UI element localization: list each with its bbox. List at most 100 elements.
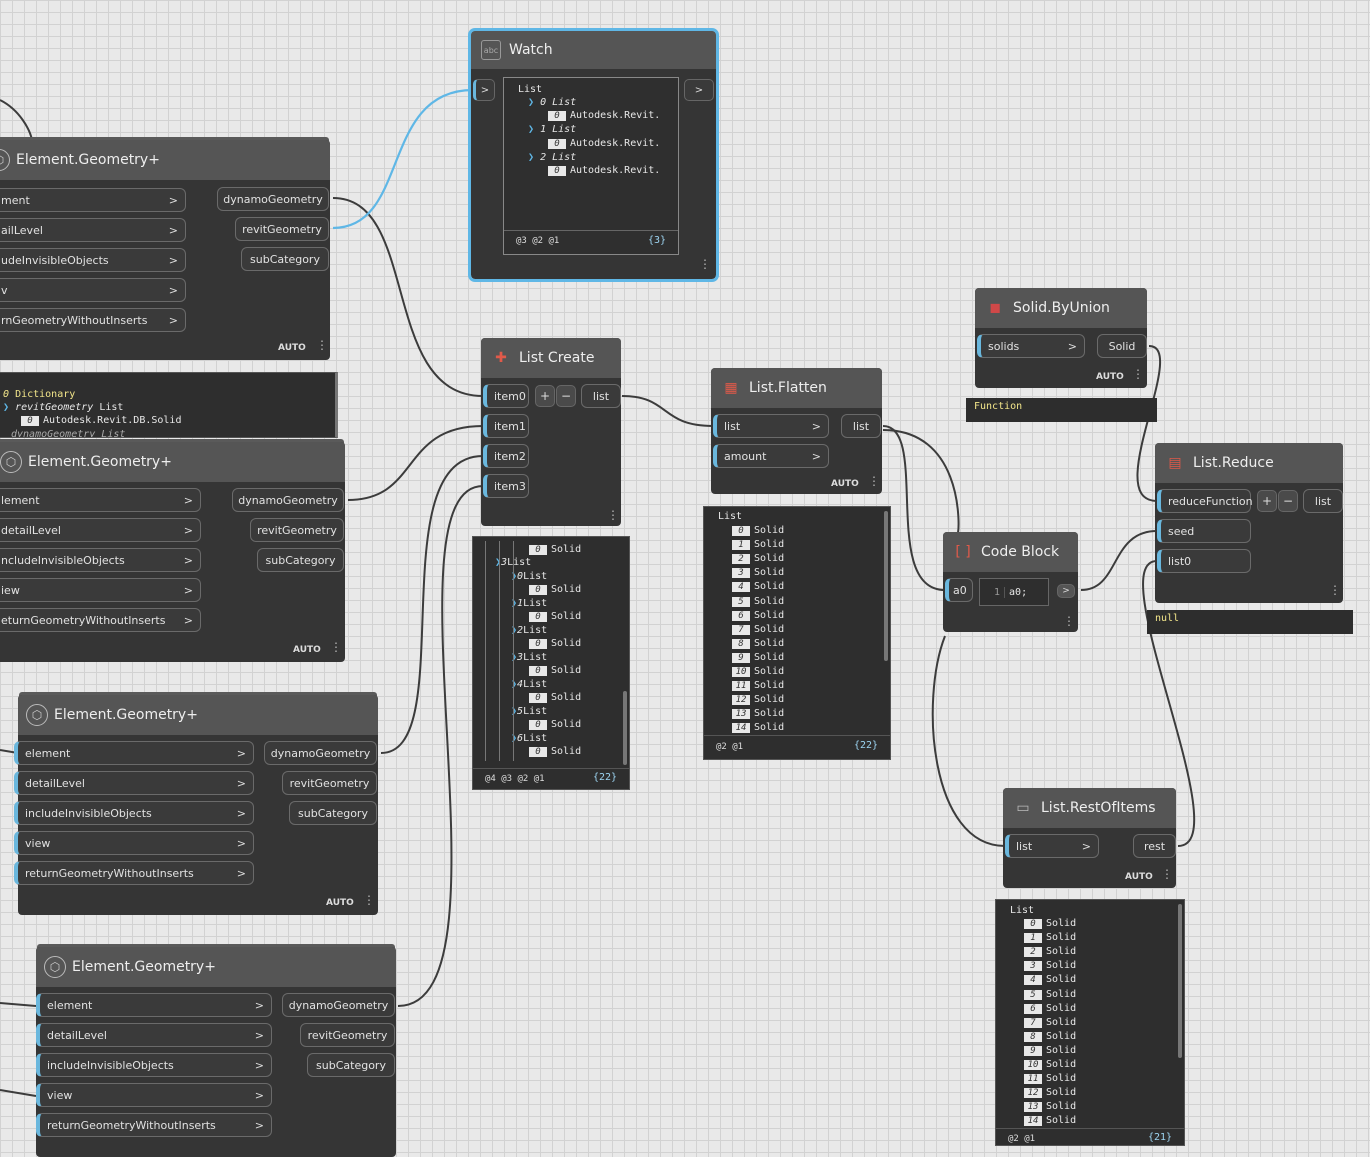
remove-input-button[interactable]: − <box>556 385 576 407</box>
node-menu-icon[interactable]: ⋮ <box>1161 868 1173 880</box>
input-port-amount[interactable]: amount > <box>713 444 829 468</box>
node-header[interactable]: ⬡ Element.Geometry+ <box>0 140 330 180</box>
input-port-detaillevel[interactable]: detailLevel > <box>0 518 201 542</box>
input-port-includeinvisibleobjects[interactable]: includeInvisibleObjects > <box>14 801 254 825</box>
input-port-solids[interactable]: solids > <box>977 334 1085 358</box>
watch-input-port[interactable]: > <box>473 79 495 101</box>
preview-scrollbar[interactable] <box>884 511 888 661</box>
code-block-node[interactable]: [ ] Code Block a0 1 a0; > ⋮ <box>943 532 1078 632</box>
input-port-view[interactable]: view > <box>14 831 254 855</box>
node-header[interactable]: ⬡ Element.Geometry+ <box>0 442 345 482</box>
input-port-element[interactable]: element > <box>36 993 272 1017</box>
input-port-includeinvisibleobjects[interactable]: udeInvisibleObjects > <box>0 248 186 272</box>
output-port-subcategory[interactable]: subCategory <box>241 247 329 271</box>
input-port-item2[interactable]: item2 <box>483 444 529 468</box>
output-port-dynamogeometry[interactable]: dynamoGeometry <box>264 741 377 765</box>
input-port-includeinvisibleobjects[interactable]: ncludeInvisibleObjects > <box>0 548 201 572</box>
preview-scrollbar[interactable] <box>623 691 627 765</box>
input-port-view[interactable]: view > <box>36 1083 272 1107</box>
node-header[interactable]: ⬡ Element.Geometry+ <box>18 695 378 735</box>
input-port-returngeometrywithoutinserts[interactable]: eturnGeometryWithoutInserts > <box>0 608 201 632</box>
output-port-subcategory[interactable]: subCategory <box>257 548 344 572</box>
lacing-auto[interactable]: AUTO <box>1125 872 1153 882</box>
element-geometry-node-1[interactable]: ⬡ Element.Geometry+ ment> ailLevel> udeI… <box>0 140 330 360</box>
output-port-dynamogeometry[interactable]: dynamoGeometry <box>217 187 329 211</box>
output-port-revitgeometry[interactable]: revitGeometry <box>300 1023 395 1047</box>
preview-scrollbar[interactable] <box>1178 904 1182 1058</box>
output-port-revitgeometry[interactable]: revitGeometry <box>235 217 329 241</box>
element-geometry-node-4[interactable]: ⬡ Element.Geometry+ element > detailLevel… <box>36 947 396 1157</box>
input-port-item3[interactable]: item3 <box>483 474 529 498</box>
output-port-code[interactable]: > <box>1057 584 1075 598</box>
input-port-a0[interactable]: a0 <box>945 578 973 602</box>
output-port-dynamogeometry[interactable]: dynamoGeometry <box>282 993 395 1017</box>
list-reduce-node[interactable]: ▤ List.Reduce reduceFunction seed list0 … <box>1155 443 1343 603</box>
input-port-returngeometrywithoutinserts[interactable]: rnGeometryWithoutInserts > <box>0 308 186 332</box>
input-port-seed[interactable]: seed <box>1157 519 1251 543</box>
code-editor[interactable]: 1 a0; <box>979 578 1049 606</box>
node-menu-icon[interactable]: ⋮ <box>363 894 375 906</box>
output-port-revitgeometry[interactable]: revitGeometry <box>282 771 377 795</box>
input-port-item0[interactable]: item0 <box>483 384 529 408</box>
lacing-auto[interactable]: AUTO <box>1096 372 1124 382</box>
add-input-button[interactable]: + <box>1257 490 1277 512</box>
node-menu-icon[interactable]: ⋮ <box>1132 368 1144 380</box>
output-port-revitgeometry[interactable]: revitGeometry <box>250 518 344 542</box>
list-restofitems-node[interactable]: ▭ List.RestOfItems list > rest AUTO ⋮ <box>1003 788 1176 888</box>
watch-output-port[interactable]: > <box>684 79 714 101</box>
node-header[interactable]: abc Watch <box>471 31 716 69</box>
output-port-list[interactable]: list <box>581 384 621 408</box>
preview-list-row[interactable]: ❯6List <box>511 733 547 744</box>
input-port-returngeometrywithoutinserts[interactable]: returnGeometryWithoutInserts > <box>36 1113 272 1137</box>
output-port-solid[interactable]: Solid <box>1097 334 1147 358</box>
input-port-detaillevel[interactable]: detailLevel > <box>36 1023 272 1047</box>
list-create-node[interactable]: ✚ List Create item0 item1 item2 item3 + … <box>481 338 621 526</box>
node-header[interactable]: [ ] Code Block <box>943 532 1078 572</box>
input-port-element[interactable]: element > <box>14 741 254 765</box>
node-header[interactable]: ▦ List.Flatten <box>711 368 882 408</box>
lacing-auto[interactable]: AUTO <box>831 479 859 489</box>
input-port-list0[interactable]: list0 <box>1157 549 1251 573</box>
preview-list-row[interactable]: ❯0List <box>511 571 547 582</box>
output-port-subcategory[interactable]: subCategory <box>289 801 377 825</box>
lacing-auto[interactable]: AUTO <box>293 645 321 655</box>
lacing-auto[interactable]: AUTO <box>326 898 354 908</box>
output-port-dynamogeometry[interactable]: dynamoGeometry <box>232 488 344 512</box>
preview-list-row[interactable]: ❯5List <box>511 706 547 717</box>
input-port-reducefunction[interactable]: reduceFunction <box>1157 489 1253 513</box>
node-menu-icon[interactable]: ⋮ <box>607 509 619 521</box>
input-port-view[interactable]: v > <box>0 278 186 302</box>
watch-node[interactable]: abc Watch > > List ❯ 0 List 0 Autodesk.Re… <box>468 28 719 282</box>
node-header[interactable]: ◼ Solid.ByUnion <box>975 288 1147 328</box>
input-port-view[interactable]: iew > <box>0 578 201 602</box>
input-port-element[interactable]: ment > <box>0 188 186 212</box>
solid-byunion-node[interactable]: ◼ Solid.ByUnion solids > Solid AUTO ⋮ <box>975 288 1147 388</box>
input-port-item1[interactable]: item1 <box>483 414 529 438</box>
input-port-detaillevel[interactable]: ailLevel > <box>0 218 186 242</box>
output-port-list[interactable]: list <box>1303 489 1343 513</box>
preview-list-row[interactable]: ❯3List <box>511 652 547 663</box>
output-port-subcategory[interactable]: subCategory <box>307 1053 395 1077</box>
node-menu-icon[interactable]: ⋮ <box>699 258 711 270</box>
output-port-rest[interactable]: rest <box>1133 834 1176 858</box>
preview-list-row[interactable]: ❯4List <box>511 679 547 690</box>
input-port-detaillevel[interactable]: detailLevel > <box>14 771 254 795</box>
node-header[interactable]: ⬡ Element.Geometry+ <box>36 947 396 987</box>
node-menu-icon[interactable]: ⋮ <box>1329 584 1341 596</box>
input-port-includeinvisibleobjects[interactable]: includeInvisibleObjects > <box>36 1053 272 1077</box>
node-menu-icon[interactable]: ⋮ <box>1063 615 1075 627</box>
preview-list-row[interactable]: ❯2List <box>511 625 547 636</box>
remove-input-button[interactable]: − <box>1278 490 1298 512</box>
node-menu-icon[interactable]: ⋮ <box>868 475 880 487</box>
node-header[interactable]: ✚ List Create <box>481 338 621 378</box>
element-geometry-node-2[interactable]: ⬡ Element.Geometry+ lement > detailLevel >… <box>0 442 345 662</box>
preview-list-row[interactable]: ❯1List <box>511 598 547 609</box>
list-flatten-node[interactable]: ▦ List.Flatten list > amount > list AUTO ⋮ <box>711 368 882 494</box>
input-port-element[interactable]: lement > <box>0 488 201 512</box>
element-geometry-node-3[interactable]: ⬡ Element.Geometry+ element > detailLevel… <box>14 695 378 915</box>
lacing-auto[interactable]: AUTO <box>278 343 306 353</box>
node-menu-icon[interactable]: ⋮ <box>316 339 328 351</box>
add-input-button[interactable]: + <box>535 385 555 407</box>
node-header[interactable]: ▭ List.RestOfItems <box>1003 788 1176 828</box>
input-port-list[interactable]: list > <box>713 414 829 438</box>
